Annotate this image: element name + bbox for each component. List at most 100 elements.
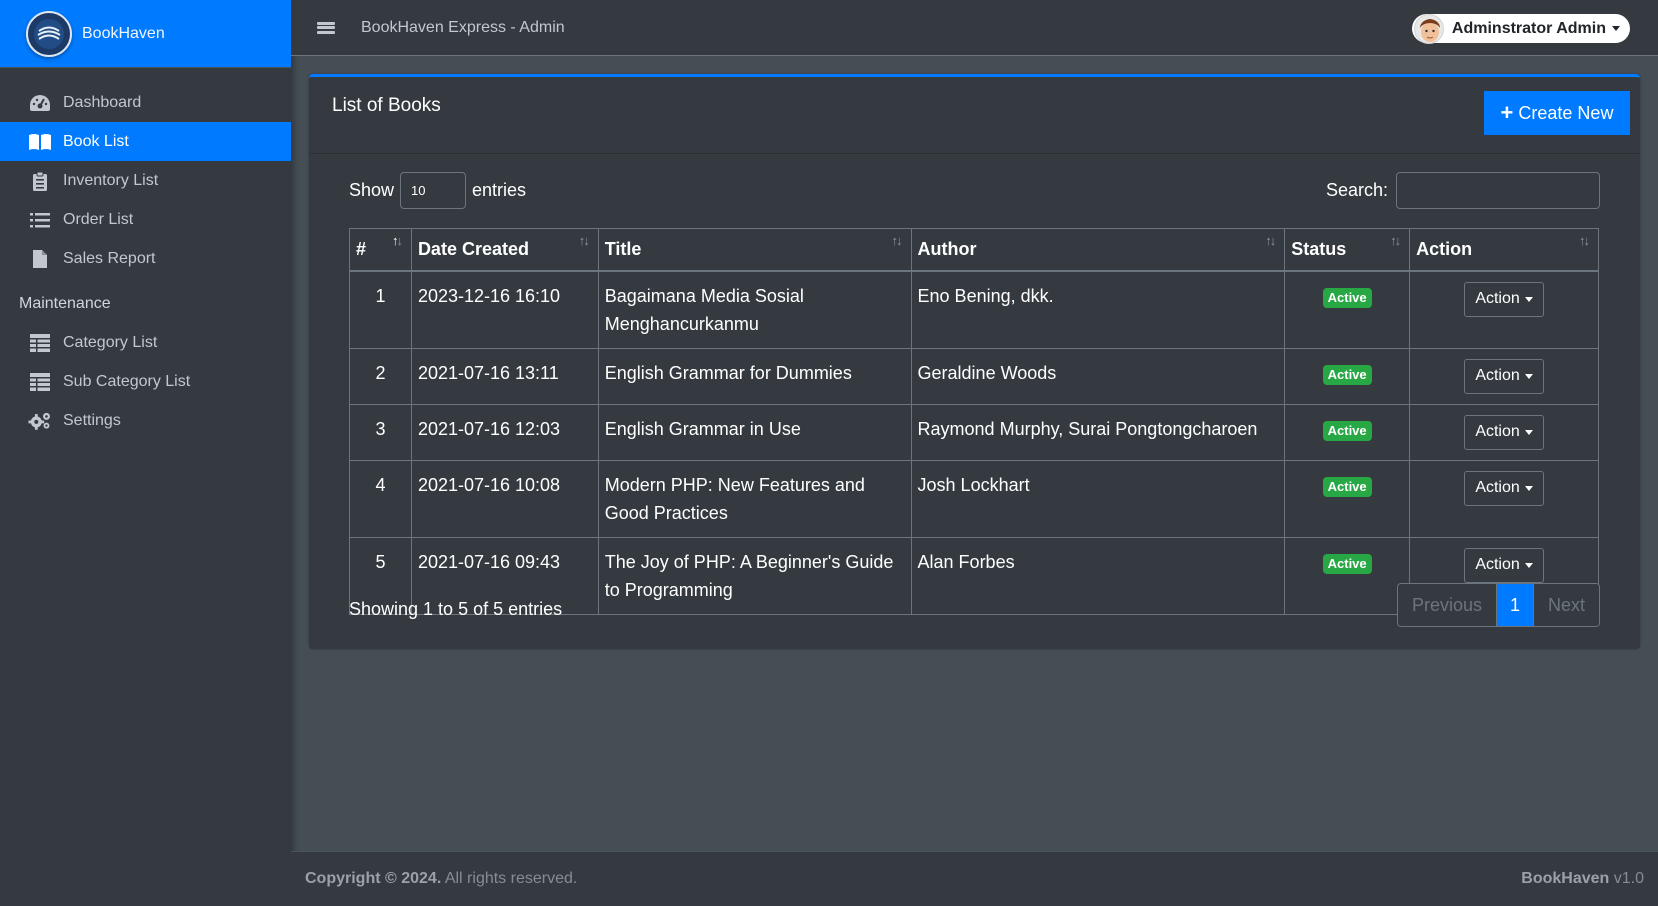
status-badge: Active	[1322, 553, 1372, 574]
pagination: Previous 1 Next	[1396, 583, 1600, 627]
action-label: Action	[1475, 290, 1520, 307]
sidebar-maintenance-nav: Category List Sub Category List Settings	[0, 323, 291, 440]
sidebar-item-label: Inventory List	[63, 171, 159, 189]
cell-number: 2	[349, 347, 412, 405]
pagination-next[interactable]: Next	[1532, 584, 1599, 626]
card-header: List of Books + Create New	[309, 77, 1640, 154]
sidebar: BookHaven Dashboard Book List Inventory …	[0, 0, 291, 906]
cell-action: Action	[1409, 270, 1599, 349]
app-version: BookHaven v1.0	[1521, 870, 1644, 888]
cell-title: Modern PHP: New Features and Good Practi…	[597, 459, 912, 538]
action-dropdown-button[interactable]: Action	[1464, 470, 1544, 506]
table-row: 4 2021-07-16 10:08 Modern PHP: New Featu…	[349, 459, 1599, 538]
column-header-number[interactable]: # ↑↓	[349, 228, 412, 272]
list-icon	[28, 210, 52, 230]
action-dropdown-button[interactable]: Action	[1464, 547, 1544, 583]
cell-author: Raymond Murphy, Surai Pongtongcharoen	[910, 403, 1286, 461]
cell-title: English Grammar in Use	[597, 403, 912, 461]
sidebar-item-sub-category-list[interactable]: Sub Category List	[0, 362, 291, 401]
table-row: 2 2021-07-16 13:11 English Grammar for D…	[349, 347, 1599, 405]
sidebar-item-sales-report[interactable]: Sales Report	[0, 239, 291, 278]
show-label: Show	[349, 180, 395, 200]
status-badge: Active	[1322, 420, 1372, 441]
brand-link[interactable]: BookHaven	[0, 0, 291, 68]
page-title: List of Books	[332, 95, 441, 116]
cell-status: Active	[1284, 347, 1411, 405]
cogs-icon	[28, 411, 52, 431]
chevron-down-icon	[1524, 296, 1533, 302]
column-header-action[interactable]: Action ↑↓	[1409, 228, 1599, 272]
app-title: BookHaven Express - Admin	[361, 18, 565, 36]
sidebar-item-label: Settings	[63, 411, 121, 429]
user-name: Adminstrator Admin	[1451, 19, 1606, 37]
sidebar-item-label: Category List	[63, 333, 158, 351]
column-header-label: Status	[1291, 239, 1347, 259]
dashboard-icon	[28, 93, 52, 113]
status-badge: Active	[1322, 364, 1372, 385]
action-dropdown-button[interactable]: Action	[1464, 281, 1544, 317]
entries-length-select[interactable]: 10	[400, 172, 467, 209]
action-label: Action	[1475, 556, 1520, 573]
cell-date-created: 2021-07-16 10:08	[410, 459, 599, 538]
cell-date-created: 2023-12-16 16:10	[410, 270, 599, 349]
chevron-down-icon	[1524, 373, 1533, 379]
footer-version: v1.0	[1613, 870, 1644, 887]
cell-title: English Grammar for Dummies	[597, 347, 912, 405]
table-icon	[28, 333, 52, 353]
sidebar-item-settings[interactable]: Settings	[0, 401, 291, 440]
topbar: BookHaven Express - Admin Adminstrator A…	[291, 0, 1658, 56]
sidebar-section-header: Maintenance	[19, 295, 111, 312]
user-menu-button[interactable]: Adminstrator Admin	[1411, 13, 1630, 44]
copyright: Copyright © 2024. All rights reserved.	[305, 870, 577, 888]
length-control: Show 10 entries	[349, 172, 526, 209]
cell-status: Active	[1284, 270, 1411, 349]
menu-toggle-icon[interactable]	[317, 20, 335, 36]
action-dropdown-button[interactable]: Action	[1464, 414, 1544, 450]
action-label: Action	[1475, 367, 1520, 384]
chevron-down-icon	[1524, 429, 1533, 435]
cell-status: Active	[1284, 459, 1411, 538]
column-header-title[interactable]: Title ↑↓	[597, 228, 912, 272]
sidebar-item-inventory-list[interactable]: Inventory List	[0, 161, 291, 200]
sort-icon: ↑↓	[891, 233, 903, 248]
sidebar-item-label: Sub Category List	[63, 372, 191, 390]
sidebar-item-label: Book List	[63, 132, 129, 150]
table-footer: Showing 1 to 5 of 5 entries Previous 1 N…	[349, 583, 1600, 627]
sidebar-item-label: Sales Report	[63, 249, 156, 267]
table-info: Showing 1 to 5 of 5 entries	[349, 599, 563, 619]
column-header-label: Title	[604, 239, 642, 259]
search-control: Search:	[1326, 172, 1600, 209]
cell-author: Josh Lockhart	[910, 459, 1286, 538]
action-dropdown-button[interactable]: Action	[1464, 358, 1544, 394]
column-header-date-created[interactable]: Date Created ↑↓	[410, 228, 599, 272]
copyright-rest: All rights reserved.	[444, 870, 578, 887]
search-label: Search:	[1325, 180, 1388, 200]
status-badge: Active	[1322, 476, 1372, 497]
sidebar-item-order-list[interactable]: Order List	[0, 200, 291, 239]
sidebar-item-category-list[interactable]: Category List	[0, 323, 291, 362]
pagination-page-1[interactable]: 1	[1495, 584, 1533, 626]
books-card: List of Books + Create New Show 10 entri…	[309, 74, 1640, 649]
book-open-icon	[28, 132, 52, 152]
column-header-status[interactable]: Status ↑↓	[1284, 228, 1411, 272]
column-header-label: #	[356, 239, 367, 259]
cell-action: Action	[1409, 347, 1599, 405]
column-header-author[interactable]: Author ↑↓	[910, 228, 1286, 272]
create-new-button[interactable]: + Create New	[1484, 91, 1630, 135]
action-label: Action	[1475, 479, 1520, 496]
table-controls: Show 10 entries Search:	[349, 172, 1600, 212]
clipboard-icon	[28, 171, 52, 191]
sort-icon: ↑↓	[1390, 233, 1401, 248]
cell-date-created: 2021-07-16 13:11	[410, 347, 599, 405]
entries-label: entries	[472, 180, 527, 200]
sort-asc-icon: ↑↓	[391, 233, 403, 248]
table-row: 1 2023-12-16 16:10 Bagaimana Media Sosia…	[349, 270, 1599, 349]
sidebar-item-dashboard[interactable]: Dashboard	[0, 83, 291, 122]
chevron-down-icon	[1612, 26, 1620, 31]
search-input[interactable]	[1396, 172, 1600, 209]
status-badge: Active	[1322, 287, 1372, 308]
pagination-previous[interactable]: Previous	[1397, 584, 1496, 626]
entries-length-value: 10	[411, 183, 426, 198]
sidebar-item-book-list[interactable]: Book List	[0, 122, 291, 161]
brand-name: BookHaven	[82, 24, 165, 42]
